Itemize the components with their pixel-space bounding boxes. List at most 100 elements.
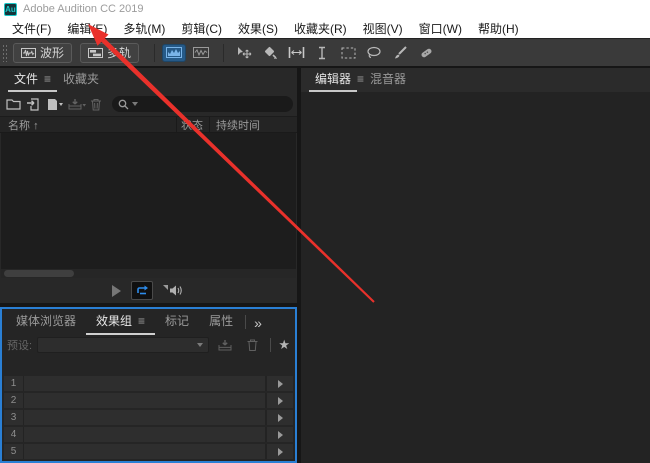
auto-play-speaker-control[interactable] bbox=[163, 284, 185, 297]
rack-row-slot[interactable] bbox=[24, 393, 265, 408]
horizontal-scrollbar[interactable] bbox=[1, 269, 296, 278]
files-transport-bar bbox=[0, 278, 297, 303]
rack-row-slot[interactable] bbox=[24, 427, 265, 442]
tab-mixer[interactable]: 混音器 bbox=[364, 67, 412, 92]
tab-mixer-label: 混音器 bbox=[370, 72, 407, 86]
delete-trash-icon[interactable] bbox=[90, 95, 102, 113]
menu-item[interactable]: 效果(S) bbox=[230, 20, 286, 37]
toolbar-grip-handle[interactable] bbox=[2, 43, 9, 62]
scrollbar-thumb[interactable] bbox=[4, 270, 74, 277]
left-column: 文件 ≡ 收藏夹 名称 ↑ 状态 持续时间 媒体浏览器 效果组 ≡ 标记 属性 … bbox=[0, 68, 297, 463]
rack-row-number: 4 bbox=[4, 427, 24, 442]
title-bar: Au Adobe Audition CC 2019 bbox=[0, 0, 650, 18]
save-preset-icon[interactable] bbox=[214, 336, 236, 354]
effects-rack-row[interactable]: 5 bbox=[4, 444, 293, 459]
preset-separator bbox=[270, 337, 272, 352]
rack-row-expand[interactable] bbox=[265, 376, 293, 391]
tab-properties-label: 属性 bbox=[209, 314, 234, 328]
rack-row-slot[interactable] bbox=[24, 410, 265, 425]
lasso-selection-tool[interactable] bbox=[363, 43, 385, 63]
file-list-empty-area[interactable] bbox=[1, 133, 296, 269]
files-panel-tabs: 文件 ≡ 收藏夹 bbox=[0, 68, 297, 92]
search-options-caret-icon[interactable] bbox=[132, 102, 138, 106]
menu-item[interactable]: 剪辑(C) bbox=[173, 20, 230, 37]
loop-icon bbox=[137, 285, 148, 294]
tab-effects-rack-label: 效果组 bbox=[96, 314, 133, 328]
panel-menu-icon[interactable]: ≡ bbox=[357, 72, 364, 92]
search-icon bbox=[118, 99, 129, 109]
menu-item[interactable]: 多轨(M) bbox=[115, 20, 173, 37]
rack-row-expand[interactable] bbox=[265, 427, 293, 442]
delete-preset-icon[interactable] bbox=[241, 336, 263, 354]
rack-row-expand[interactable] bbox=[265, 393, 293, 408]
menu-item[interactable]: 文件(F) bbox=[4, 20, 59, 37]
search-input[interactable] bbox=[141, 97, 287, 111]
import-file-icon[interactable] bbox=[26, 95, 42, 113]
play-button[interactable] bbox=[112, 284, 121, 297]
rack-row-slot[interactable] bbox=[24, 444, 265, 459]
effects-rack-panel: 媒体浏览器 效果组 ≡ 标记 属性 » 预设: ★ 1 2 3 4 5 bbox=[0, 307, 297, 463]
sort-ascending-icon: ↑ bbox=[33, 119, 39, 132]
tab-markers[interactable]: 标记 bbox=[155, 309, 199, 335]
menu-item[interactable]: 编辑(E) bbox=[59, 20, 115, 37]
column-duration[interactable]: 持续时间 bbox=[209, 116, 297, 133]
move-tool[interactable] bbox=[233, 43, 255, 63]
bottom-panel-tabs: 媒体浏览器 效果组 ≡ 标记 属性 » bbox=[2, 309, 295, 335]
tab-properties[interactable]: 属性 bbox=[199, 309, 243, 335]
effects-rack-row[interactable]: 3 bbox=[4, 410, 293, 425]
new-file-icon[interactable] bbox=[46, 95, 64, 113]
panel-menu-icon[interactable]: ≡ bbox=[44, 72, 51, 86]
waveform-button-icon bbox=[21, 47, 36, 58]
editor-panel: 编辑器 ≡ 混音器 bbox=[301, 68, 650, 463]
window-title: Adobe Audition CC 2019 bbox=[23, 3, 144, 15]
editor-empty-area[interactable] bbox=[301, 92, 650, 463]
files-panel: 文件 ≡ 收藏夹 名称 ↑ 状态 持续时间 bbox=[0, 68, 297, 303]
time-selection-tool[interactable] bbox=[285, 43, 307, 63]
menu-item[interactable]: 收藏夹(R) bbox=[286, 20, 355, 37]
more-tabs-chevron-icon[interactable]: » bbox=[254, 315, 262, 331]
column-name[interactable]: 名称 ↑ bbox=[0, 117, 176, 133]
rack-row-expand-icon bbox=[277, 447, 283, 456]
multitrack-button-label: 多轨 bbox=[107, 46, 132, 60]
toolbar-separator bbox=[223, 43, 225, 62]
menu-item[interactable]: 帮助(H) bbox=[470, 20, 527, 37]
paintbrush-tool[interactable] bbox=[389, 43, 411, 63]
search-box[interactable] bbox=[112, 96, 293, 112]
menu-item[interactable]: 视图(V) bbox=[355, 20, 411, 37]
rack-row-number: 1 bbox=[4, 376, 24, 391]
tab-favorites[interactable]: 收藏夹 bbox=[57, 67, 105, 92]
tab-markers-label: 标记 bbox=[165, 314, 190, 328]
rack-row-number: 5 bbox=[4, 444, 24, 459]
tab-files[interactable]: 文件 ≡ bbox=[8, 67, 58, 92]
ibeam-tool[interactable] bbox=[311, 43, 333, 63]
rack-row-expand-icon bbox=[277, 379, 283, 388]
save-file-icon[interactable] bbox=[68, 95, 86, 113]
waveform-view-button[interactable]: 波形 bbox=[13, 42, 73, 63]
multitrack-view-button[interactable]: 多轨 bbox=[80, 42, 140, 63]
effects-rack-row[interactable]: 2 bbox=[4, 393, 293, 408]
rack-row-expand[interactable] bbox=[265, 410, 293, 425]
waveform-button-label: 波形 bbox=[40, 46, 65, 60]
rack-row-slot[interactable] bbox=[24, 376, 265, 391]
column-status[interactable]: 状态 bbox=[176, 116, 209, 133]
spectral-display-toggle[interactable] bbox=[162, 43, 187, 62]
effects-rack-row[interactable]: 1 bbox=[4, 376, 293, 391]
rack-row-number: 3 bbox=[4, 410, 24, 425]
open-file-icon[interactable] bbox=[6, 95, 22, 113]
rack-row-number: 2 bbox=[4, 393, 24, 408]
panel-menu-icon[interactable]: ≡ bbox=[138, 314, 145, 328]
tab-editor[interactable]: 编辑器 bbox=[309, 67, 358, 92]
loop-playback-button[interactable] bbox=[131, 281, 153, 300]
tab-effects-rack[interactable]: 效果组 ≡ bbox=[86, 309, 156, 335]
favorite-star-icon[interactable]: ★ bbox=[278, 338, 290, 351]
rack-row-expand[interactable] bbox=[265, 444, 293, 459]
effects-rack-row[interactable]: 4 bbox=[4, 427, 293, 442]
tab-media-browser[interactable]: 媒体浏览器 bbox=[6, 309, 86, 335]
spot-healing-brush-tool[interactable] bbox=[415, 43, 437, 63]
menu-item[interactable]: 窗口(W) bbox=[411, 20, 470, 37]
tab-editor-label: 编辑器 bbox=[315, 72, 352, 86]
marquee-selection-tool[interactable] bbox=[337, 43, 359, 63]
waveform-display-toggle[interactable] bbox=[189, 43, 214, 62]
preset-dropdown[interactable] bbox=[37, 336, 210, 353]
razor-tool[interactable] bbox=[259, 43, 281, 63]
